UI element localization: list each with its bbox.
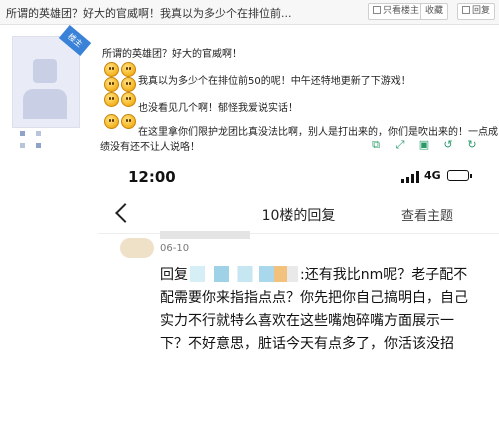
reply-date: 06-10 [160,243,190,254]
username-mosaic [20,143,25,148]
status-time: 12:00 [128,168,176,186]
person-icon [373,6,381,14]
reply-button[interactable]: 回复 [457,3,496,20]
image-toolbar: ⧉ ⤢ ▣ ↺ ↻ [370,136,495,154]
emoji-icon [104,62,119,77]
emoji-icon [104,77,119,92]
mention-mosaic [190,266,298,282]
emoji-icon [121,92,136,107]
post-line-2: 我真以为多少个在排位前50的呢！中午还特地更新了下游戏！ [138,76,411,87]
avatar-head-shape [33,59,57,83]
only-op-button[interactable]: 只看楼主 [368,3,425,20]
reply-icon [462,6,470,14]
post-content: 所谓的英雄团？好大的官威啊！ 我真以为多少个在排位前50的呢！中午还特地更新了下… [90,25,499,160]
username-mosaic [20,131,25,136]
image-icon[interactable]: ▣ [418,138,430,151]
avatar-body-shape [23,89,67,119]
post-line-1: 所谓的英雄团？好大的官威啊！ [102,49,242,60]
divider [98,233,499,234]
emoji-icon [121,62,136,77]
thread-header: 所谓的英雄团？好大的官威啊！我真以为多少个在排位前... 只看楼主 收藏 回复 [0,0,499,25]
rotate-left-icon[interactable]: ↺ [442,138,454,151]
avatar[interactable] [12,36,80,128]
thread-title: 所谓的英雄团？好大的官威啊！我真以为多少个在排位前... [6,7,292,20]
signal-icon [401,171,421,183]
emoji-icon [121,77,136,92]
emoji-icon [121,114,136,129]
phone-screenshot: 12:00 4G 10楼的回复 查看主题 06-10 回复:还有我比nm呢？老子… [98,160,499,432]
reply-text: 回复:还有我比nm呢？老子配不配需要你来指指点点？你先把你自己搞明白，自己实力不… [160,264,480,356]
author-panel: 楼主 [0,24,92,432]
network-label: 4G [424,169,441,182]
rotate-right-icon[interactable]: ↻ [466,138,478,151]
username-mosaic [36,131,41,136]
favorite-button[interactable]: 收藏 [420,3,449,20]
post-line-3: 也没看见几个啊！郁怪我爱说实话！ [138,103,298,114]
post-line-5: 绩没有还不让人说咯！ [100,142,200,153]
emoji-icon [104,92,119,107]
view-thread-link[interactable]: 查看主题 [401,205,453,224]
reply-prefix: 回复 [160,267,188,283]
reply-username-mosaic [160,231,250,242]
fullscreen-icon[interactable]: ⤢ [394,138,406,151]
copy-icon[interactable]: ⧉ [370,138,382,151]
reply-avatar[interactable] [120,238,154,258]
battery-icon [447,170,472,181]
username-mosaic [36,143,41,148]
emoji-icon [104,114,119,129]
